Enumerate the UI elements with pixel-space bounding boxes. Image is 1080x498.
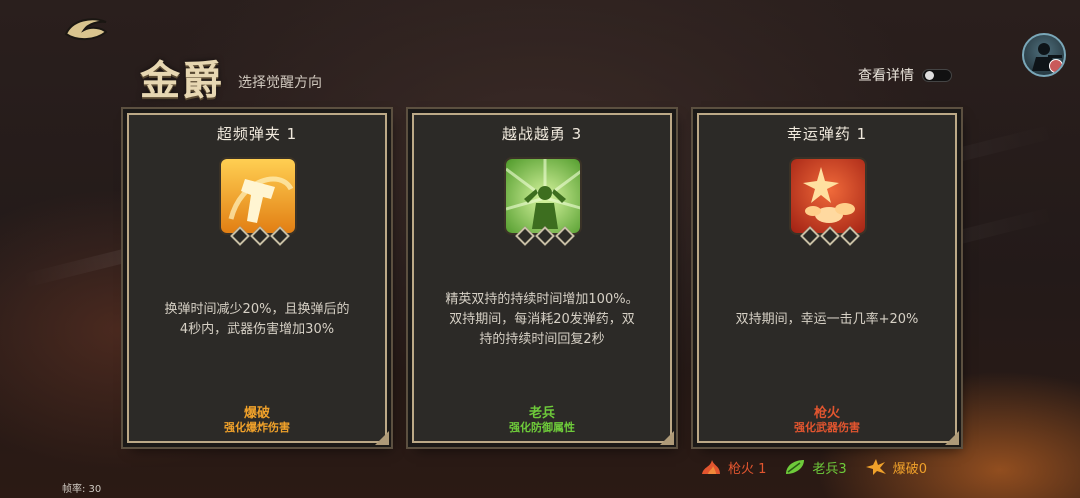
- desc-line: 换弹时间减少20%，且换弹后的: [164, 302, 350, 317]
- back-icon: [64, 18, 108, 40]
- level-diamond: [555, 226, 575, 246]
- level-diamond: [820, 226, 840, 246]
- awakening-card-2[interactable]: 越战越勇 3 精英双持的持续时间增加100%。 双持期间，每消耗20发弹药，双 …: [412, 113, 672, 443]
- level-diamond: [535, 226, 555, 246]
- resource-bar: 枪火 1 老兵3 爆破0: [700, 456, 945, 478]
- burst-icon: [865, 459, 886, 475]
- toggle-knob: [925, 70, 934, 80]
- desc-line: 双持期间，每消耗20发弹药，双: [449, 312, 635, 327]
- level-diamond: [840, 226, 860, 246]
- detail-toggle[interactable]: [922, 68, 952, 82]
- resource-veteran: 老兵3: [784, 458, 847, 477]
- level-indicator: [225, 226, 295, 246]
- avatar[interactable]: [1022, 33, 1066, 77]
- back-button[interactable]: [62, 12, 112, 44]
- page-subtitle: 选择觉醒方向: [238, 75, 322, 91]
- card-description: 换弹时间减少20%，且换弹后的 4秒内，武器伤害增加30%: [145, 260, 369, 380]
- desc-line: 双持期间，幸运一击几率+20%: [735, 312, 919, 327]
- gun-reload-icon: [219, 157, 297, 235]
- lucky-ammo-icon: [789, 157, 867, 235]
- card-title: 超频弹夹 1: [216, 125, 298, 143]
- desc-line: 精英双持的持续时间增加100%。: [445, 292, 639, 307]
- card-title: 幸运弹药 1: [786, 125, 868, 143]
- level-diamond: [230, 226, 250, 246]
- leaf-icon: [786, 460, 805, 474]
- resource-blast: 爆破0: [865, 458, 927, 477]
- detail-toggle-label: 查看详情: [858, 68, 914, 84]
- dual-wield-icon: [504, 157, 582, 235]
- resource-label: 枪火 1: [728, 461, 767, 477]
- desc-line: 持的持续时间回复2秒: [479, 332, 605, 347]
- card-title: 越战越勇 3: [501, 125, 583, 143]
- desc-line: 4秒内，武器伤害增加30%: [179, 322, 335, 337]
- resource-label: 老兵3: [812, 461, 847, 477]
- card-effect: 强化武器伤害: [794, 421, 860, 434]
- card-effect: 强化爆炸伤害: [224, 421, 290, 434]
- level-diamond: [250, 226, 270, 246]
- level-indicator: [510, 226, 580, 246]
- page-title: 金爵: [140, 57, 224, 104]
- card-description: 双持期间，幸运一击几率+20%: [715, 260, 939, 380]
- level-diamond: [270, 226, 290, 246]
- level-diamond: [800, 226, 820, 246]
- notification-badge: [1049, 59, 1063, 73]
- fps-counter: 帧率: 30: [62, 484, 102, 495]
- awakening-card-1[interactable]: 超频弹夹 1 换弹时间减少20%，且换弹后的 4秒内，武器伤害增加30% 爆破 …: [127, 113, 387, 443]
- flame-icon: [702, 460, 720, 474]
- resource-gunfire: 枪火 1: [700, 458, 766, 477]
- level-indicator: [795, 226, 865, 246]
- awakening-card-3[interactable]: 幸运弹药 1 双持期间，幸运一击几率+20% 枪火 强化武器伤害: [697, 113, 957, 443]
- level-diamond: [515, 226, 535, 246]
- card-effect: 强化防御属性: [509, 421, 575, 434]
- detail-toggle-group[interactable]: 查看详情: [858, 66, 952, 84]
- resource-label: 爆破0: [892, 461, 927, 477]
- card-description: 精英双持的持续时间增加100%。 双持期间，每消耗20发弹药，双 持的持续时间回…: [430, 260, 654, 380]
